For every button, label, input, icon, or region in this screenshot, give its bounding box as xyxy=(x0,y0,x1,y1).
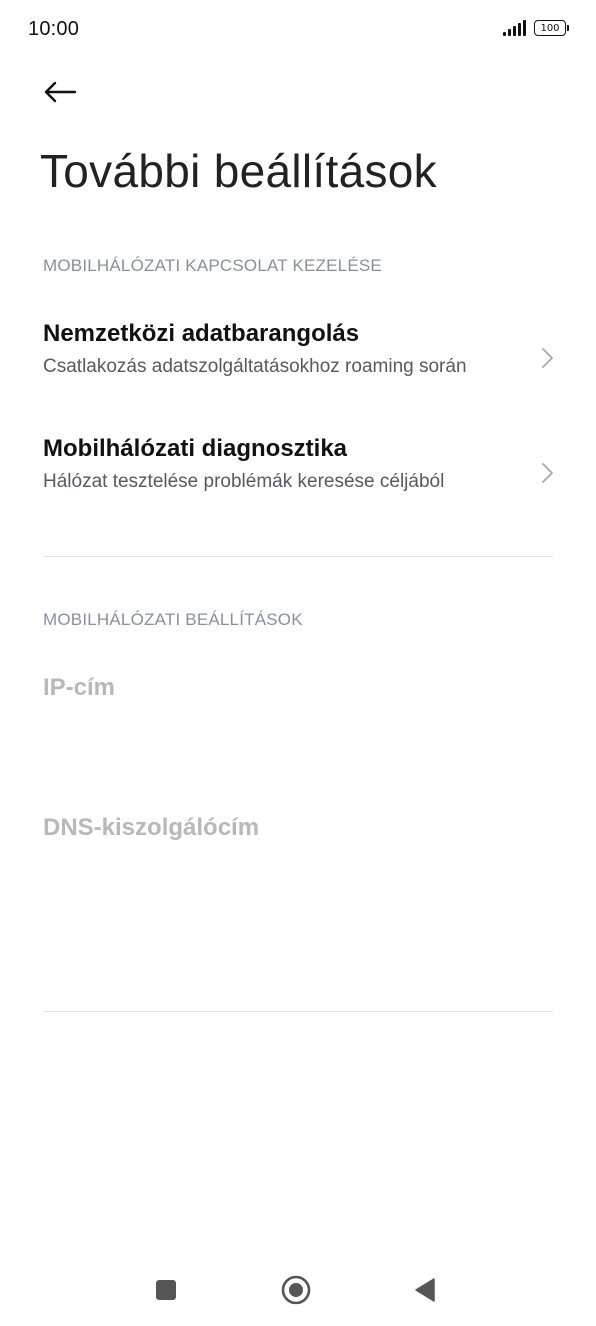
list-item-international-roaming[interactable]: Nemzetközi adatbarangolás Csatlakozás ad… xyxy=(0,320,596,420)
recents-button[interactable] xyxy=(148,1272,184,1308)
signal-icon xyxy=(503,20,526,36)
section-header-connection: MOBILHÁLÓZATI KAPCSOLAT KEZELÉSE xyxy=(43,256,382,275)
navigation-bar xyxy=(0,1260,596,1320)
battery-icon: 100 xyxy=(534,20,569,36)
arrow-left-icon xyxy=(44,81,77,103)
item-title: Mobilhálózati diagnosztika xyxy=(43,435,348,462)
chevron-right-icon xyxy=(542,463,553,483)
page-title: További beállítások xyxy=(40,145,437,197)
ip-address-item: IP-cím xyxy=(43,674,116,701)
section-divider-bottom xyxy=(43,1011,553,1012)
dns-server-item: DNS-kiszolgálócím xyxy=(43,814,260,841)
back-button[interactable] xyxy=(40,72,80,112)
section-header-settings: MOBILHÁLÓZATI BEÁLLÍTÁSOK xyxy=(43,610,303,629)
circle-icon xyxy=(281,1275,311,1305)
battery-level: 100 xyxy=(540,22,560,34)
status-icons: 100 xyxy=(503,20,569,36)
status-time: 10:00 xyxy=(28,18,80,40)
chevron-right-icon xyxy=(542,348,553,368)
list-item-network-diagnostics[interactable]: Mobilhálózati diagnosztika Hálózat teszt… xyxy=(0,435,596,535)
square-icon xyxy=(156,1280,176,1300)
status-bar: 10:00 100 xyxy=(0,0,596,60)
nav-back-button[interactable] xyxy=(407,1272,443,1308)
home-button[interactable] xyxy=(278,1272,314,1308)
item-subtitle: Csatlakozás adatszolgáltatásokhoz roamin… xyxy=(43,356,467,377)
section-divider xyxy=(43,556,553,557)
triangle-back-icon xyxy=(415,1278,435,1302)
item-subtitle: Hálózat tesztelése problémák keresése cé… xyxy=(43,471,445,492)
item-title: Nemzetközi adatbarangolás xyxy=(43,320,360,347)
